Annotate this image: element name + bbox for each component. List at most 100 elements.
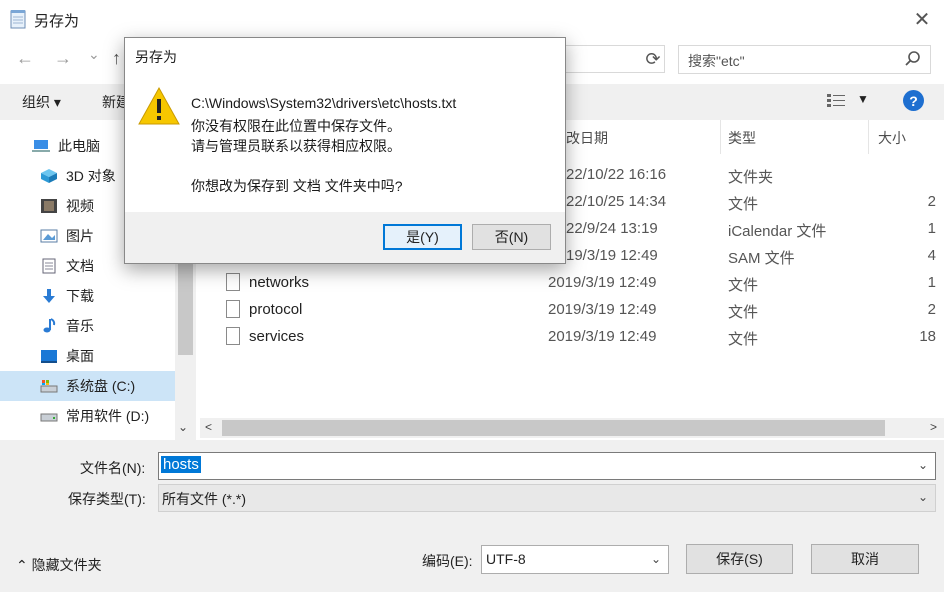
sidebar-item-documents[interactable]: 文档 (40, 252, 94, 280)
dialog-path-text: C:\Windows\System32\drivers\etc\hosts.tx… (191, 95, 457, 111)
file-icon (226, 327, 240, 345)
hide-folders-toggle[interactable]: ⌃ 隐藏文件夹 (16, 555, 102, 575)
filename-value[interactable]: hosts (161, 456, 201, 473)
column-divider[interactable] (868, 120, 869, 154)
scroll-down-icon[interactable]: ⌄ (178, 420, 188, 434)
column-header-size[interactable]: 大小 (878, 128, 906, 148)
recent-locations-button[interactable]: ⌄ (88, 46, 100, 63)
cancel-button[interactable]: 取消 (811, 544, 919, 574)
window-title: 另存为 (34, 13, 80, 30)
sidebar-item-label: 常用软件 (D:) (66, 408, 150, 424)
file-size: 2 (927, 193, 936, 210)
file-type: 文件 (728, 196, 759, 213)
organize-button[interactable]: 组织 ▾ (22, 92, 61, 112)
file-type: 文件夹 (728, 169, 774, 186)
file-size: 1 (927, 274, 936, 291)
file-date: 22/10/22 16:16 (566, 166, 667, 183)
sidebar-item-desktop[interactable]: 桌面 (40, 342, 94, 370)
help-icon[interactable]: ? (903, 90, 924, 111)
file-type: iCalendar 文件 (728, 223, 827, 240)
file-size: 4 (927, 247, 936, 264)
sidebar-item-3d-objects[interactable]: 3D 对象 (40, 162, 116, 190)
sidebar-item-label: 音乐 (66, 318, 94, 334)
horizontal-scroll-thumb[interactable] (222, 420, 885, 436)
table-row[interactable]: services 2019/3/19 12:49 文件 18 (196, 324, 944, 351)
no-button[interactable]: 否(N) (472, 224, 551, 250)
computer-icon (32, 140, 50, 152)
sidebar-item-label: 3D 对象 (66, 168, 116, 184)
file-size: 1 (927, 220, 936, 237)
column-header-date[interactable]: 改日期 (566, 128, 608, 148)
film-icon (41, 199, 57, 213)
file-name: networks (249, 274, 310, 291)
filetype-label: 保存类型(T): (68, 491, 146, 507)
table-row[interactable]: networks 2019/3/19 12:49 文件 1 (196, 270, 944, 297)
hide-folders-label: 隐藏文件夹 (31, 557, 102, 573)
picture-icon (40, 229, 58, 243)
file-date: 2019/3/19 12:49 (548, 301, 657, 318)
search-icon (905, 51, 920, 66)
file-date: 22/9/24 13:19 (566, 220, 658, 237)
file-type: 文件 (728, 277, 759, 294)
yes-button[interactable]: 是(Y) (383, 224, 462, 250)
download-arrow-icon (43, 289, 55, 303)
file-size: 2 (927, 301, 936, 318)
file-type: 文件 (728, 304, 759, 321)
sidebar-item-system-drive[interactable]: 系统盘 (C:) (40, 372, 135, 400)
encoding-value: UTF-8 (486, 551, 526, 567)
chevron-down-icon[interactable]: ⌄ (651, 552, 661, 566)
file-name: protocol (249, 301, 303, 318)
file-size: 18 (919, 328, 936, 345)
sidebar-item-videos[interactable]: 视频 (40, 192, 94, 220)
drive-icon (40, 413, 58, 422)
filename-label: 文件名(N): (80, 460, 146, 476)
file-icon (226, 273, 240, 291)
system-drive-icon (40, 380, 58, 393)
column-header-type[interactable]: 类型 (728, 128, 756, 148)
sidebar-item-label: 桌面 (66, 348, 94, 364)
notepad-icon (10, 10, 26, 29)
filetype-select[interactable] (158, 484, 936, 512)
music-note-icon (43, 318, 56, 333)
sidebar-item-pictures[interactable]: 图片 (40, 222, 94, 250)
dialog-message-line: 你没有权限在此位置中保存文件。 (191, 118, 401, 134)
table-row[interactable]: protocol 2019/3/19 12:49 文件 2 (196, 297, 944, 324)
desktop-icon (41, 350, 57, 363)
scroll-right-icon[interactable]: > (930, 420, 937, 434)
file-type: 文件 (728, 331, 759, 348)
sidebar-item-label: 系统盘 (C:) (66, 378, 136, 394)
column-divider[interactable] (720, 120, 721, 154)
file-date: 19/3/19 12:49 (566, 247, 658, 264)
back-button[interactable]: ← (16, 48, 34, 69)
refresh-icon[interactable]: ⟳ (640, 46, 666, 72)
sidebar-item-this-pc[interactable]: 此电脑 (32, 132, 100, 160)
dialog-question: 你想改为保存到 文档 文件夹中吗? (191, 178, 403, 194)
filetype-value: 所有文件 (*.*) (162, 491, 246, 507)
file-icon (226, 300, 240, 318)
chevron-down-icon[interactable]: ⌄ (918, 458, 928, 472)
up-button[interactable]: ↑ (112, 48, 121, 69)
file-date: 22/10/25 14:34 (566, 193, 667, 210)
save-button[interactable]: 保存(S) (686, 544, 793, 574)
sidebar-item-music[interactable]: 音乐 (40, 312, 94, 340)
filename-input[interactable] (158, 452, 936, 480)
sidebar-item-label: 视频 (66, 198, 94, 214)
sidebar-item-downloads[interactable]: 下载 (40, 282, 94, 310)
file-date: 2019/3/19 12:49 (548, 328, 657, 345)
sidebar-item-label: 此电脑 (58, 138, 100, 154)
close-button[interactable]: ✕ (900, 4, 944, 34)
forward-button[interactable]: → (54, 48, 72, 69)
scroll-left-icon[interactable]: < (205, 420, 212, 434)
sidebar-item-label: 下载 (66, 288, 94, 304)
search-placeholder: 搜索"etc" (688, 53, 745, 69)
chevron-down-icon[interactable]: ⌄ (918, 490, 928, 504)
encoding-label: 编码(E): (422, 553, 473, 569)
file-date: 2019/3/19 12:49 (548, 274, 657, 291)
document-icon (42, 258, 56, 274)
sidebar-item-d-drive[interactable]: 常用软件 (D:) (40, 402, 149, 430)
dialog-message-line: 请与管理员联系以获得相应权限。 (191, 138, 401, 154)
view-dropdown-icon[interactable]: ▼ (857, 92, 869, 106)
view-options-icon[interactable] (826, 92, 846, 110)
sidebar-item-label: 图片 (66, 228, 94, 244)
warning-icon (138, 86, 180, 125)
